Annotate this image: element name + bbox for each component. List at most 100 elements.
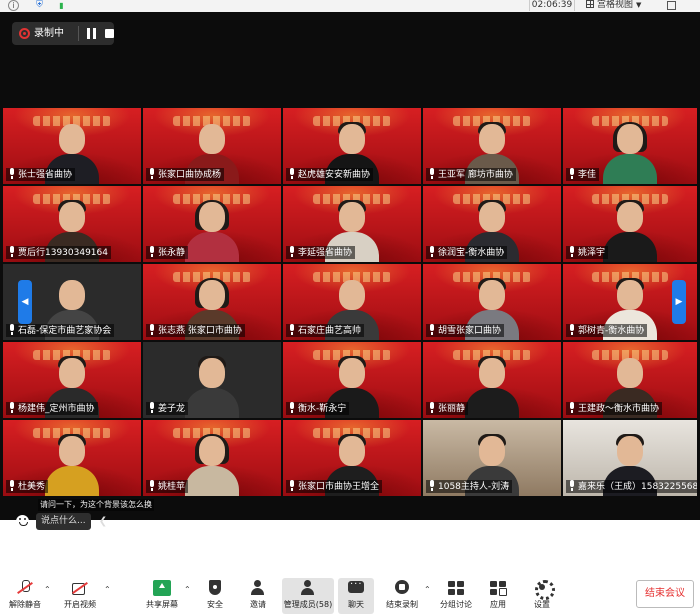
participant-name-label: 张丽静 (438, 404, 466, 414)
participant-tile[interactable]: 石家庄曲艺高帅 (282, 263, 422, 341)
pause-recording-icon[interactable] (87, 28, 96, 39)
settings-label: 设置 (534, 600, 550, 609)
participant-tile[interactable]: 张丽静 (422, 341, 562, 419)
participant-name: 嘉来乐（王成）15832255686 (566, 480, 697, 493)
security-label: 安全 (207, 600, 223, 609)
participant-tile[interactable]: 徐润宝-衡水曲协 (422, 185, 562, 263)
chevron-left-icon[interactable]: ❮ (96, 513, 110, 530)
microphone-icon (8, 402, 16, 413)
security-button[interactable]: 安全 (199, 578, 231, 614)
stop-recording-icon[interactable] (105, 29, 114, 38)
chat-button[interactable]: 聊天 (338, 578, 374, 614)
participant-name: 石磊-保定市曲艺家协会 (6, 324, 115, 337)
participant-name: 张永静 (146, 246, 189, 259)
participant-name-label: 王亚军 廊坊市曲协 (438, 170, 513, 180)
participant-video (41, 434, 103, 496)
participant-name: 郭树青-衡水曲协 (566, 324, 648, 337)
add-user-icon (249, 580, 267, 596)
participant-name-label: 1058主持人-刘涛 (438, 482, 510, 492)
microphone-icon (288, 324, 296, 335)
shield-icon (206, 580, 224, 596)
microphone-icon (8, 480, 16, 491)
participant-name-label: 张永静 (158, 248, 186, 258)
end-recording-button[interactable]: 结束录制 (382, 578, 422, 614)
participant-tile[interactable]: 张永静 (142, 185, 282, 263)
divider (78, 26, 79, 41)
previous-page-button[interactable]: ◀ (18, 280, 32, 324)
meeting-window: i ⛨ ▮ 02:06:39 宫格视图 ▼ 录制中 张士强省曲协 张家口曲协成杨 赵虎… (0, 0, 700, 614)
next-page-button[interactable]: ▶ (672, 280, 686, 324)
breakout-rooms-button[interactable]: 分组讨论 (436, 578, 476, 614)
chat-input[interactable]: 说点什么... (36, 513, 91, 530)
participant-name-label: 李延强省曲协 (298, 248, 353, 258)
participant-tile[interactable]: 李佳 (562, 107, 698, 185)
participant-tile[interactable]: 胡雪张家口曲协 (422, 263, 562, 341)
participant-name: 杨建伟_定州市曲协 (6, 402, 98, 415)
participant-tile[interactable]: 1058主持人-刘涛 (422, 419, 562, 497)
participant-tile[interactable]: 张志燕 张家口市曲协 (142, 263, 282, 341)
participant-name: 张士强省曲协 (6, 168, 76, 181)
participant-tile[interactable]: 张士强省曲协 (2, 107, 142, 185)
info-icon[interactable]: i (8, 0, 19, 11)
microphone-icon (148, 246, 156, 257)
participant-tile[interactable]: 王亚军 廊坊市曲协 (422, 107, 562, 185)
breakout-rooms-label: 分组讨论 (440, 600, 472, 609)
microphone-icon (428, 324, 436, 335)
gear-icon (533, 580, 555, 600)
participant-tile[interactable]: 王建政～衡水市曲协 (562, 341, 698, 419)
microphone-icon (288, 402, 296, 413)
recording-label: 录制中 (34, 28, 64, 39)
chevron-up-icon[interactable]: ⌃ (184, 586, 192, 594)
fullscreen-icon[interactable] (667, 1, 676, 10)
participant-name: 王建政～衡水市曲协 (566, 402, 663, 415)
signal-icon[interactable]: ▮ (56, 0, 67, 11)
participant-name: 衡水-靳永宁 (286, 402, 350, 415)
view-mode-button[interactable]: 宫格视图 ▼ (586, 0, 641, 11)
participant-tile[interactable]: 衡水-靳永宁 (282, 341, 422, 419)
chevron-up-icon[interactable]: ⌃ (104, 586, 112, 594)
participant-name-label: 张士强省曲协 (18, 170, 73, 180)
chevron-up-icon[interactable]: ⌃ (44, 586, 52, 594)
participant-tile[interactable]: 姜子龙 (142, 341, 282, 419)
emoji-icon[interactable] (16, 515, 29, 528)
participant-name: 贾后行13930349164 (6, 246, 111, 259)
participant-tile[interactable]: 姚泽宇 (562, 185, 698, 263)
participant-tile[interactable]: 嘉来乐（王成）15832255686 (562, 419, 698, 497)
participant-tile[interactable]: 姚桂苹 (142, 419, 282, 497)
microphone-icon (428, 402, 436, 413)
apps-button[interactable]: 应用 (482, 578, 514, 614)
chevron-up-icon[interactable]: ⌃ (424, 586, 432, 594)
participant-name-label: 贾后行13930349164 (18, 248, 108, 258)
participant-name: 1058主持人-刘涛 (426, 480, 513, 493)
participant-tile[interactable]: 张家口曲协成杨 (142, 107, 282, 185)
chat-label: 聊天 (348, 600, 364, 609)
participant-tile[interactable]: 杨建伟_定州市曲协 (2, 341, 142, 419)
share-screen-button[interactable]: 共享屏幕 (142, 578, 182, 614)
microphone-icon (8, 246, 16, 257)
invite-button[interactable]: 邀请 (242, 578, 274, 614)
participant-tile[interactable]: 李延强省曲协 (282, 185, 422, 263)
participant-name-label: 李佳 (578, 170, 597, 180)
participant-name-label: 杨建伟_定州市曲协 (18, 404, 95, 414)
end-meeting-button[interactable]: 结束会议 (636, 580, 694, 608)
recording-indicator: 录制中 (12, 22, 114, 45)
members-icon (299, 580, 317, 596)
participant-tile[interactable]: 赵虎雄安安新曲协 (282, 107, 422, 185)
participant-video (181, 200, 243, 262)
manage-members-button[interactable]: 管理成员(58) (282, 578, 334, 614)
unmute-button[interactable]: 解除静音 (4, 578, 46, 614)
participant-name: 杜美秀 (6, 480, 49, 493)
participant-name: 赵虎雄安安新曲协 (286, 168, 374, 181)
participant-name: 张家口市曲协王增全 (286, 480, 383, 493)
participant-name-label: 张志燕 张家口市曲协 (158, 326, 242, 336)
meeting-timer: 02:06:39 (529, 0, 575, 11)
unmute-label: 解除静音 (9, 600, 41, 609)
settings-button[interactable]: 设置 (526, 578, 558, 614)
grid-view-icon (586, 0, 594, 8)
participant-tile[interactable]: 贾后行13930349164 (2, 185, 142, 263)
participant-tile[interactable]: 张家口市曲协王增全 (282, 419, 422, 497)
start-video-button[interactable]: 开启视频 (58, 578, 102, 614)
shield-icon[interactable]: ⛨ (34, 0, 45, 11)
participant-tile[interactable]: 杜美秀 (2, 419, 142, 497)
microphone-icon (568, 246, 576, 257)
